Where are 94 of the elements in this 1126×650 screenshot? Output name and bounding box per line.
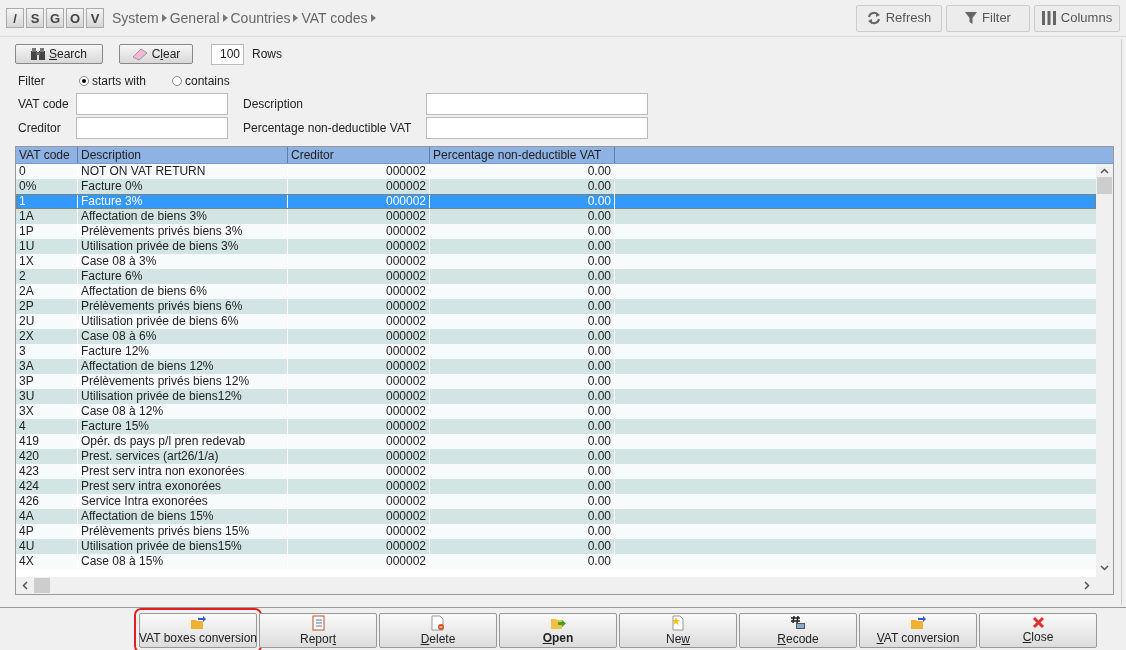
table-cell: 0.00 (430, 554, 615, 569)
table-row[interactable]: 4U Utilisation privée de biens15% 000002 0.00 (16, 539, 1096, 554)
table-row[interactable]: 3A Affectation de biens 12% 000002 0.00 (16, 359, 1096, 374)
table-row[interactable]: 0 NOT ON VAT RETURN 000002 0.00 (16, 164, 1096, 179)
table-cell: Case 08 à 15% (78, 554, 288, 569)
scrollbar-thumb[interactable] (34, 578, 50, 593)
breadcrumb-arrow-icon (370, 14, 376, 22)
table-row[interactable]: 2P Prélèvements privés biens 6% 000002 0.00 (16, 299, 1096, 314)
table-row[interactable]: 426 Service Intra exonorées 000002 0.00 (16, 494, 1096, 509)
action-button[interactable]: VAT conversion (859, 613, 977, 648)
table-row[interactable]: 424 Prest serv intra exonorées 000002 0.00 (16, 479, 1096, 494)
eraser-icon (131, 47, 148, 61)
breadcrumb-arrow-icon (161, 14, 167, 22)
table-row[interactable]: 1A Affectation de biens 3% 000002 0.00 (16, 209, 1096, 224)
nav-button[interactable]: / (6, 8, 24, 28)
filter-button[interactable]: Filter (946, 4, 1030, 32)
table-row[interactable]: 419 Opér. ds pays p/l pren redevab 000002 0.00 (16, 434, 1096, 449)
column-header[interactable]: Percentage non-deductible VAT (430, 147, 615, 163)
vertical-scrollbar[interactable] (1096, 164, 1113, 577)
action-button[interactable]: New (619, 613, 737, 648)
scroll-left-icon[interactable] (22, 581, 28, 590)
input-field[interactable] (76, 93, 228, 115)
columns-icon (1041, 11, 1056, 25)
table-row[interactable]: 2X Case 08 à 6% 000002 0.00 (16, 329, 1096, 344)
search-button[interactable]: Search (15, 44, 103, 64)
clear-button[interactable]: Clear (119, 44, 193, 64)
hash-computer-icon (790, 614, 806, 631)
table-row[interactable]: 1P Prélèvements privés biens 3% 000002 0.00 (16, 224, 1096, 239)
breadcrumb-arrow-icon (293, 14, 299, 22)
rows-label: Rows (252, 46, 282, 63)
filter-icon (965, 11, 978, 25)
columns-button[interactable]: Columns (1034, 4, 1120, 32)
table-row[interactable]: 2U Utilisation privée de biens 6% 000002 0.00 (16, 314, 1096, 329)
breadcrumb-link[interactable]: VAT codes (301, 7, 368, 29)
breadcrumb-link[interactable]: Countries (230, 7, 291, 29)
table-row[interactable]: 2A Affectation de biens 6% 000002 0.00 (16, 284, 1096, 299)
radio-option[interactable]: starts with (79, 72, 146, 90)
field-label: Creditor (18, 120, 62, 137)
input-field[interactable] (426, 93, 648, 115)
radio-button[interactable] (79, 76, 89, 86)
document-minus-icon (431, 614, 445, 631)
filter-label: Filter (18, 73, 46, 90)
action-button[interactable]: Open (499, 613, 617, 648)
folder-arrow-icon (190, 615, 206, 630)
scroll-down-icon[interactable] (1100, 565, 1109, 571)
horizontal-scrollbar[interactable] (16, 577, 1113, 594)
input-field[interactable] (76, 117, 228, 139)
scroll-right-icon[interactable] (1084, 581, 1090, 590)
refresh-button[interactable]: Refresh (856, 4, 942, 32)
field-label: Description (243, 96, 305, 113)
table-row[interactable]: 0% Facture 0% 000002 0.00 (16, 179, 1096, 194)
table-row[interactable]: 4A Affectation de biens 15% 000002 0.00 (16, 509, 1096, 524)
field-label: VAT code (18, 96, 70, 113)
refresh-icon (866, 11, 881, 25)
binoculars-icon (30, 48, 45, 60)
table-row[interactable]: 420 Prest. services (art26/1/a) 000002 0.00 (16, 449, 1096, 464)
column-header[interactable]: VAT code (16, 147, 78, 163)
table-row[interactable]: 2 Facture 6% 000002 0.00 (16, 269, 1096, 284)
table-row[interactable]: 4 Facture 15% 000002 0.00 (16, 419, 1096, 434)
breadcrumb-arrow-icon (222, 14, 228, 22)
radio-button[interactable] (172, 76, 182, 86)
table-cell: 4X (16, 554, 78, 569)
field-label: Percentage non-deductible VAT (243, 120, 413, 137)
table-row[interactable]: 3X Case 08 à 12% 000002 0.00 (16, 404, 1096, 419)
table-row[interactable]: 3P Prélèvements privés biens 12% 000002 0.00 (16, 374, 1096, 389)
table-row[interactable]: 423 Prest serv intra non exonorées 000002 0.00 (16, 464, 1096, 479)
notebook-icon (311, 614, 325, 631)
folder-arrow-icon (910, 615, 926, 630)
nav-button[interactable]: S (26, 8, 44, 28)
table-row[interactable]: 1X Case 08 à 3% 000002 0.00 (16, 254, 1096, 269)
table-row[interactable]: 4X Case 08 à 15% 000002 0.00 (16, 554, 1096, 569)
nav-button[interactable]: G (46, 8, 64, 28)
table-row[interactable]: 4P Prélèvements privés biens 15% 000002 0.00 (16, 524, 1096, 539)
close-icon (1031, 616, 1045, 629)
table-cell: 000002 (288, 554, 430, 569)
rows-field[interactable]: 100 (211, 43, 244, 65)
column-header[interactable]: Creditor (288, 147, 430, 163)
scroll-up-icon[interactable] (1100, 168, 1109, 174)
column-header[interactable]: Description (78, 147, 288, 163)
nav-button[interactable]: O (66, 8, 84, 28)
input-field[interactable] (426, 117, 648, 139)
action-button[interactable]: Recode (739, 613, 857, 648)
action-button[interactable]: Report (259, 613, 377, 648)
table-row[interactable]: 1U Utilisation privée de biens 3% 000002 0.00 (16, 239, 1096, 254)
radio-option[interactable]: contains (172, 72, 230, 90)
document-star-icon (671, 614, 685, 631)
breadcrumb-link[interactable]: System (112, 7, 159, 29)
table-row[interactable]: 3 Facture 12% 000002 0.00 (16, 344, 1096, 359)
nav-button[interactable]: V (86, 8, 104, 28)
action-button[interactable]: Delete (379, 613, 497, 648)
action-button[interactable]: Close (979, 613, 1097, 648)
breadcrumb-link[interactable]: General (169, 7, 220, 29)
table-row[interactable]: 3U Utilisation privée de biens12% 000002 0.00 (16, 389, 1096, 404)
scrollbar-thumb[interactable] (1097, 177, 1112, 194)
